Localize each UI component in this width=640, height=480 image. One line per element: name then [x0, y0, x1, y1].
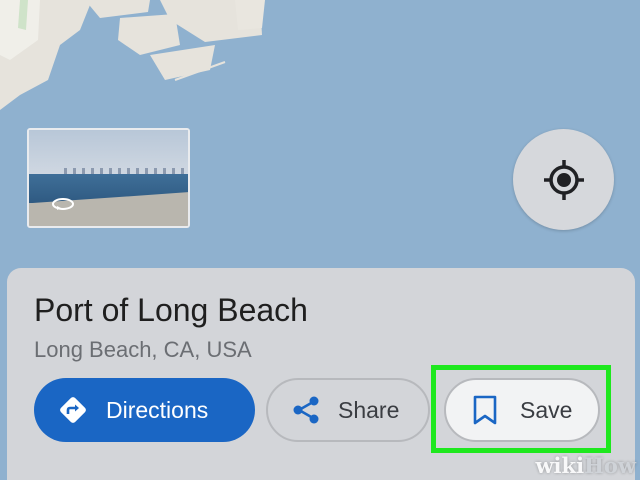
place-address: Long Beach, CA, USA [34, 337, 252, 362]
directions-icon [60, 397, 86, 423]
directions-label: Directions [106, 396, 209, 423]
save-button[interactable]: Save [444, 378, 600, 442]
share-label: Share [338, 396, 400, 423]
my-location-button[interactable] [513, 129, 614, 230]
wikihow-watermark: wikiHow [535, 453, 636, 478]
share-icon [293, 396, 319, 424]
bookmark-icon [473, 395, 497, 425]
share-button[interactable]: Share [266, 378, 430, 442]
save-label: Save [520, 396, 573, 423]
street-view-thumbnail[interactable] [27, 128, 190, 228]
my-location-icon [543, 159, 584, 200]
directions-button[interactable]: Directions [34, 378, 255, 442]
rotate-360-icon [52, 198, 74, 210]
place-title: Port of Long Beach [34, 292, 308, 328]
